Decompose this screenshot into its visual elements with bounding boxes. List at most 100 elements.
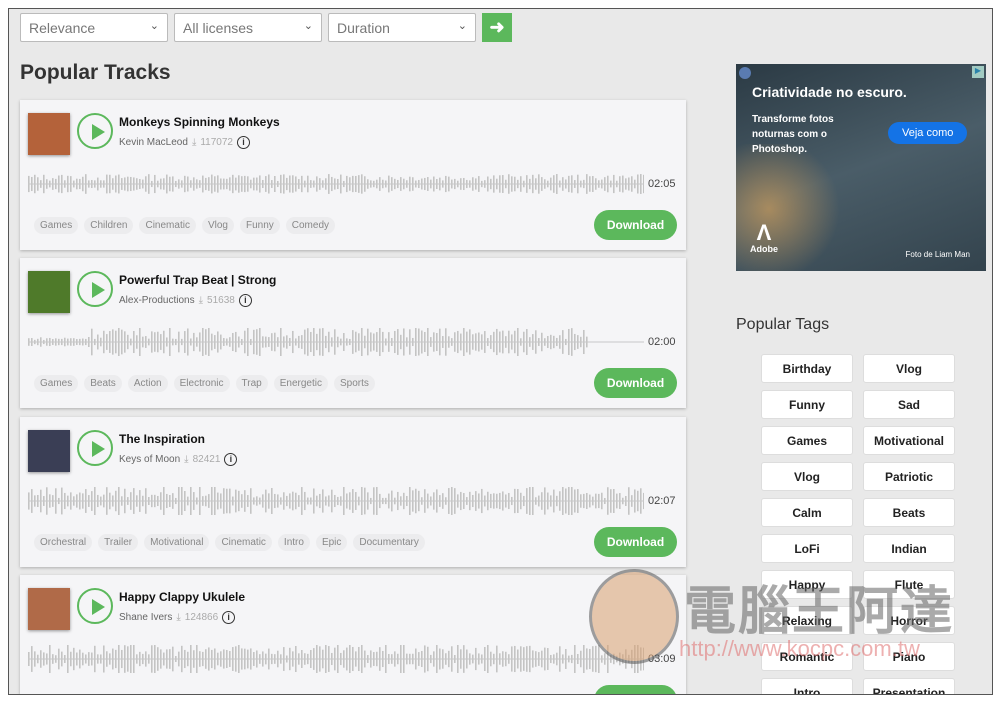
- chevron-down-icon: ⌄: [149, 20, 159, 32]
- track-tag[interactable]: Motivational: [144, 534, 210, 551]
- waveform[interactable]: [28, 170, 644, 198]
- advertisement[interactable]: ▶ Criatividade no escuro. Transforme fot…: [736, 64, 986, 271]
- track-meta: Kevin MacLeod ⤓ 117072 i: [119, 136, 250, 149]
- track-artist[interactable]: Alex-Productions: [119, 295, 195, 306]
- download-count: 82421: [192, 454, 221, 465]
- popular-tag-button[interactable]: Funny: [761, 390, 853, 419]
- track-thumbnail[interactable]: [28, 430, 70, 472]
- play-button[interactable]: [77, 113, 113, 149]
- track-card: Monkeys Spinning Monkeys Kevin MacLeod ⤓ 1…: [20, 100, 686, 250]
- track-duration: 02:00: [648, 336, 676, 348]
- track-tags: Games Beats Action Electronic Trap Energetic S…: [34, 375, 375, 392]
- popular-tag-button[interactable]: Birthday: [761, 354, 853, 383]
- waveform[interactable]: [28, 487, 644, 515]
- track-duration: 03:09: [648, 653, 676, 665]
- popular-tag-button[interactable]: LoFi: [761, 534, 853, 563]
- popular-tag-button[interactable]: Vlog: [863, 354, 955, 383]
- track-tag[interactable]: Documentary: [353, 534, 425, 551]
- track-title[interactable]: Monkeys Spinning Monkeys: [119, 115, 280, 129]
- track-tag[interactable]: Games: [34, 375, 79, 392]
- track-tag[interactable]: Children: [84, 217, 134, 234]
- track-tag[interactable]: Cinematic: [215, 534, 272, 551]
- download-count: 124866: [184, 612, 219, 623]
- popular-tag-button[interactable]: Romantic: [761, 642, 853, 671]
- track-title[interactable]: Happy Clappy Ukulele: [119, 590, 245, 604]
- popular-tag-button[interactable]: Calm: [761, 498, 853, 527]
- download-count: 51638: [207, 295, 235, 306]
- track-thumbnail[interactable]: [28, 113, 70, 155]
- track-tag[interactable]: Comedy: [285, 217, 336, 234]
- track-tag[interactable]: Electronic: [173, 375, 230, 392]
- sort-select[interactable]: Relevance ⌄: [20, 13, 168, 42]
- popular-tags-grid: Birthday Vlog Funny Sad Games Motivational Vlo…: [761, 354, 955, 694]
- download-button[interactable]: Download: [594, 685, 677, 694]
- track-title[interactable]: The Inspiration: [119, 432, 205, 446]
- download-button[interactable]: Download: [594, 210, 677, 240]
- info-icon[interactable]: i: [237, 136, 250, 149]
- chevron-down-icon: ⌄: [303, 20, 313, 32]
- track-tag[interactable]: Intro: [277, 534, 310, 551]
- track-artist[interactable]: Keys of Moon: [119, 454, 180, 465]
- popular-tag-button[interactable]: Presentation: [863, 678, 955, 694]
- download-button[interactable]: Download: [594, 368, 677, 398]
- play-button[interactable]: [77, 430, 113, 466]
- ad-body: Transforme fotos noturnas com o Photosho…: [752, 114, 834, 155]
- track-tag[interactable]: Energetic: [273, 375, 328, 392]
- info-icon[interactable]: i: [238, 294, 252, 307]
- apply-filters-button[interactable]: ➜: [482, 13, 512, 42]
- popular-tag-button[interactable]: Intro: [761, 678, 853, 694]
- play-button[interactable]: [77, 588, 113, 624]
- duration-value: Duration: [337, 20, 390, 36]
- ad-brand: Adobe: [750, 244, 778, 254]
- popular-tag-button[interactable]: Games: [761, 426, 853, 455]
- popular-tag-button[interactable]: Patriotic: [863, 462, 955, 491]
- adchoices-icon[interactable]: ▶: [972, 66, 984, 78]
- popular-tag-button[interactable]: Horror: [863, 606, 955, 635]
- popular-tag-button[interactable]: Relaxing: [761, 606, 853, 635]
- ad-cta-button[interactable]: Veja como: [888, 122, 968, 144]
- filter-bar: Relevance ⌄ All licenses ⌄ Duration ⌄ ➜: [20, 13, 512, 42]
- track-duration: 02:07: [648, 495, 676, 507]
- popular-tag-button[interactable]: Indian: [863, 534, 955, 563]
- popular-tag-button[interactable]: Beats: [863, 498, 955, 527]
- track-tag[interactable]: Action: [127, 375, 168, 392]
- play-button[interactable]: [77, 271, 113, 307]
- track-duration: 02:05: [648, 178, 676, 190]
- popular-tag-button[interactable]: Sad: [863, 390, 955, 419]
- track-tag[interactable]: Cinematic: [139, 217, 196, 234]
- track-tag[interactable]: Vlog: [201, 217, 234, 234]
- info-icon[interactable]: i: [224, 453, 238, 466]
- chevron-down-icon: ⌄: [457, 20, 467, 32]
- duration-select[interactable]: Duration ⌄: [328, 13, 476, 42]
- license-value: All licenses: [183, 20, 254, 36]
- popular-tag-button[interactable]: Piano: [863, 642, 955, 671]
- popular-tag-button[interactable]: Happy: [761, 570, 853, 599]
- track-tag[interactable]: Beats: [84, 375, 122, 392]
- download-button[interactable]: Download: [594, 527, 677, 557]
- track-card: The Inspiration Keys of Moon ⤓ 82421 i 02:0…: [20, 417, 686, 567]
- license-select[interactable]: All licenses ⌄: [174, 13, 322, 42]
- track-tag[interactable]: Trap: [235, 375, 268, 392]
- info-icon[interactable]: i: [222, 611, 236, 624]
- waveform[interactable]: [28, 645, 644, 673]
- track-tags: Games Children Cinematic Vlog Funny Comedy: [34, 217, 336, 234]
- adobe-logo: Λ Adobe: [750, 220, 778, 255]
- track-tag[interactable]: Trailer: [98, 534, 139, 551]
- popular-tag-button[interactable]: Motivational: [863, 426, 955, 455]
- download-count-icon: ⤓: [191, 137, 197, 148]
- track-artist[interactable]: Shane Ivers: [119, 612, 172, 623]
- track-meta: Alex-Productions ⤓ 51638 i: [119, 294, 252, 307]
- popular-tag-button[interactable]: Vlog: [761, 462, 853, 491]
- track-thumbnail[interactable]: [28, 271, 70, 313]
- track-tag[interactable]: Funny: [239, 217, 280, 234]
- track-tag[interactable]: Games: [34, 217, 79, 234]
- track-tag[interactable]: Orchestral: [34, 534, 93, 551]
- shield-icon: [739, 67, 751, 79]
- track-tag[interactable]: Sports: [333, 375, 375, 392]
- waveform[interactable]: [28, 328, 644, 356]
- popular-tag-button[interactable]: Flute: [863, 570, 955, 599]
- track-tag[interactable]: Epic: [315, 534, 348, 551]
- track-artist[interactable]: Kevin MacLeod: [119, 137, 188, 148]
- track-title[interactable]: Powerful Trap Beat | Strong: [119, 273, 276, 287]
- track-thumbnail[interactable]: [28, 588, 70, 630]
